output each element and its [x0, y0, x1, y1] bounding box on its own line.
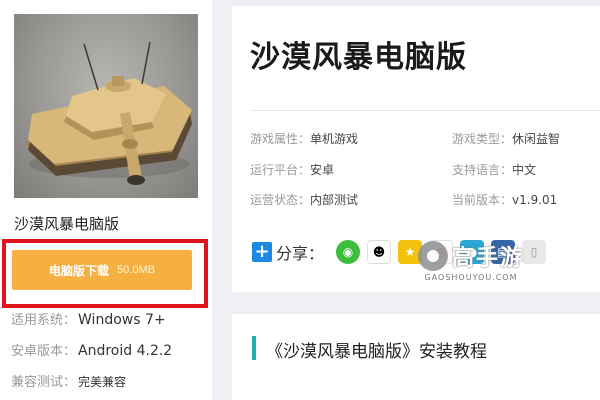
attr-version-value: v1.9.01 — [512, 193, 558, 207]
wechat-icon[interactable]: ◉ — [336, 240, 360, 264]
plus-icon[interactable]: + — [252, 242, 272, 262]
tutorial-panel: 《沙漠风暴电脑版》安装教程 — [232, 314, 600, 400]
game-cover-image[interactable] — [14, 14, 198, 198]
watermark-name: 高手游 — [452, 246, 525, 271]
attr-game-type-key: 游戏类型： — [452, 132, 513, 146]
spec-system: 适用系统： Windows 7+ — [11, 309, 166, 328]
spec-compat-value: 完美兼容 — [78, 375, 127, 389]
left-panel: 沙漠风暴电脑版 电脑版下载 50.0MB 适用系统： Windows 7+ 安卓版… — [0, 0, 212, 400]
spec-android-value: Android 4.2.2 — [78, 343, 173, 359]
attr-version-key: 当前版本： — [452, 193, 513, 207]
tutorial-accent-bar — [252, 336, 256, 360]
spec-android: 安卓版本： Android 4.2.2 — [11, 340, 172, 359]
spec-android-key: 安卓版本： — [11, 344, 77, 359]
tank-icon — [26, 41, 192, 185]
info-panel: 沙漠风暴电脑版 游戏属性：单机游戏 游戏类型：休闲益智 运行平台：安卓 支持语言… — [232, 6, 600, 292]
spec-compat-key: 兼容测试： — [11, 375, 77, 390]
attr-game-type-value: 休闲益智 — [512, 132, 561, 146]
attr-game-attribute-key: 游戏属性： — [250, 132, 311, 146]
attr-version: 当前版本：v1.9.01 — [452, 191, 557, 208]
share-section: + 分享： — [252, 241, 324, 263]
watermark: 高手游 GAOSHOUYOU.COM — [418, 240, 524, 282]
title-divider — [250, 110, 600, 111]
watermark-logo-row: 高手游 — [418, 240, 524, 272]
attr-status-value: 内部测试 — [310, 193, 359, 207]
page-title: 沙漠风暴电脑版 — [250, 40, 467, 75]
attr-language: 支持语言：中文 — [452, 161, 536, 178]
game-name: 沙漠风暴电脑版 — [14, 215, 120, 233]
spec-compat: 兼容测试： 完美兼容 — [11, 371, 126, 390]
spec-system-value: Windows 7+ — [78, 312, 166, 328]
gaoshouyou-logo-icon — [418, 241, 448, 271]
attr-language-value: 中文 — [512, 163, 537, 177]
download-label: 电脑版下载 — [49, 263, 110, 278]
attr-language-key: 支持语言： — [452, 163, 513, 177]
attr-game-type: 游戏类型：休闲益智 — [452, 130, 560, 147]
qq-icon[interactable]: ☻ — [367, 240, 391, 264]
attr-game-attribute-value: 单机游戏 — [310, 132, 359, 146]
attr-platform-value: 安卓 — [310, 163, 335, 177]
attr-platform-key: 运行平台： — [250, 163, 311, 177]
spec-system-key: 适用系统： — [11, 313, 77, 328]
share-label: 分享： — [276, 244, 325, 263]
attr-game-attribute: 游戏属性：单机游戏 — [250, 130, 358, 147]
tutorial-title: 《沙漠风暴电脑版》安装教程 — [266, 342, 487, 362]
attr-platform: 运行平台：安卓 — [250, 161, 334, 178]
attr-status-key: 运营状态： — [250, 193, 311, 207]
watermark-domain: GAOSHOUYOU.COM — [424, 273, 518, 282]
more-icon[interactable]: ▯ — [522, 240, 546, 264]
attr-status: 运营状态：内部测试 — [250, 191, 358, 208]
download-size: 50.0MB — [117, 264, 155, 276]
pc-download-button[interactable]: 电脑版下载 50.0MB — [12, 250, 192, 290]
